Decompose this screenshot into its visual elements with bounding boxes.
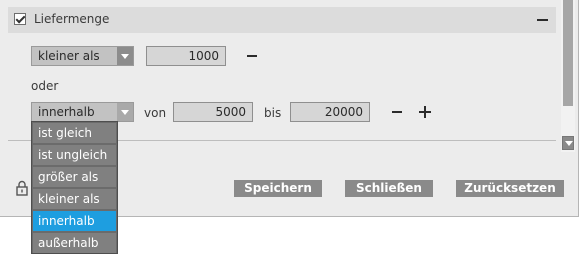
save-button[interactable]: Speichern <box>234 180 322 197</box>
remove-condition-2-minus-icon[interactable] <box>392 111 402 113</box>
chevron-down-icon[interactable] <box>117 103 133 121</box>
from-label: von <box>144 106 167 120</box>
close-button[interactable]: Schließen <box>345 180 433 197</box>
lock-icon[interactable] <box>16 180 28 196</box>
remove-condition-1-minus-icon[interactable] <box>247 55 257 57</box>
filter-enabled-checkbox[interactable] <box>14 13 26 25</box>
scroll-down-arrow-icon[interactable] <box>562 136 574 150</box>
dropdown-option[interactable]: außerhalb <box>33 233 116 253</box>
dropdown-option[interactable]: ist ungleich <box>33 145 116 165</box>
dropdown-option-selected[interactable]: innerhalb <box>33 211 116 231</box>
operator-select-1[interactable]: kleiner als <box>31 46 134 66</box>
vertical-scrollbar[interactable] <box>561 0 575 152</box>
operator-dropdown-list: ist gleich ist ungleich größer als klein… <box>31 121 118 254</box>
chevron-down-icon[interactable] <box>117 47 133 65</box>
operator-select-2-value: innerhalb <box>38 105 95 119</box>
dropdown-option[interactable]: kleiner als <box>33 189 116 209</box>
scrollbar-thumb[interactable] <box>563 0 573 106</box>
value-input-1[interactable]: 1000 <box>146 46 226 66</box>
operator-select-1-value: kleiner als <box>38 49 100 63</box>
add-condition-plus-icon[interactable] <box>419 106 431 118</box>
reset-button[interactable]: Zurücksetzen <box>456 180 564 197</box>
dropdown-option[interactable]: größer als <box>33 167 116 187</box>
operator-select-2[interactable]: innerhalb <box>31 102 134 122</box>
to-label: bis <box>264 106 282 120</box>
collapse-minus-icon[interactable] <box>537 19 548 21</box>
dropdown-option[interactable]: ist gleich <box>33 123 116 143</box>
or-label: oder <box>31 79 59 93</box>
to-value-input[interactable]: 20000 <box>290 102 370 122</box>
filter-title: Liefermenge <box>34 12 110 26</box>
filter-header: Liefermenge <box>8 7 556 33</box>
from-value-input[interactable]: 5000 <box>173 102 253 122</box>
